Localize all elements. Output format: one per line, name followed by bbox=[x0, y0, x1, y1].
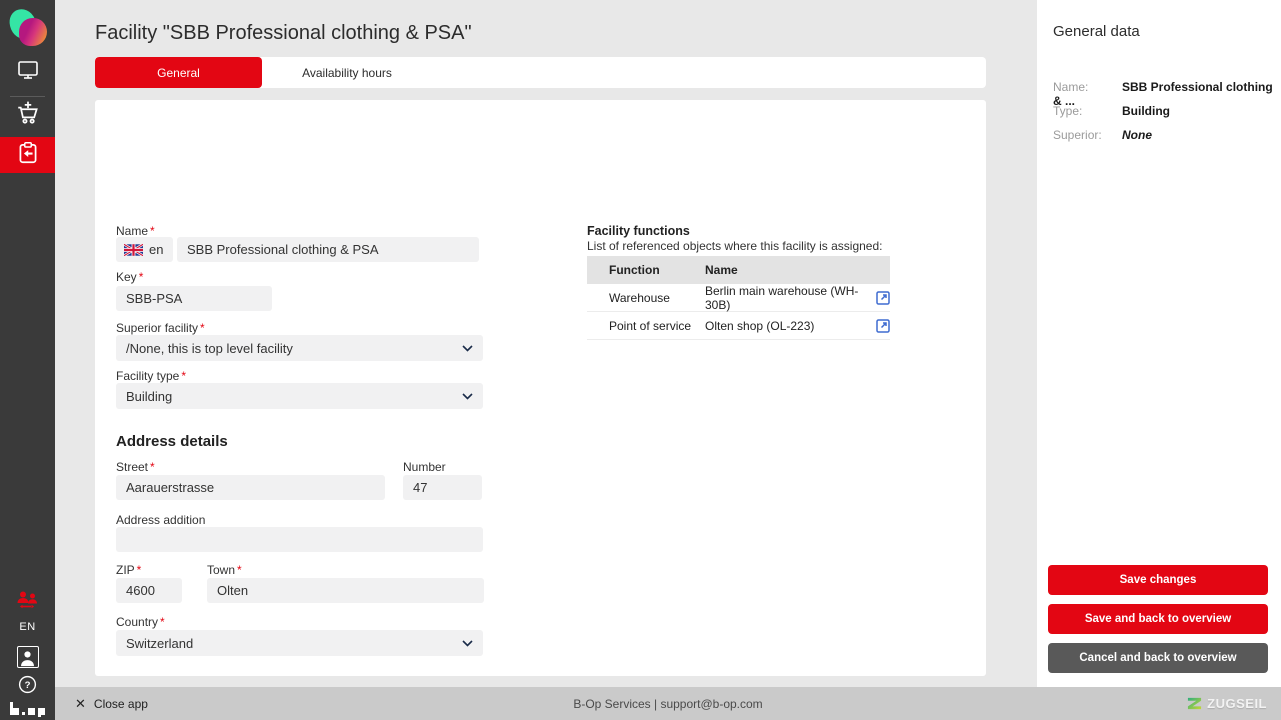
number-input[interactable] bbox=[403, 475, 482, 500]
language-chip[interactable]: en bbox=[116, 237, 173, 262]
close-app-label: Close app bbox=[94, 697, 148, 711]
summary-superior-row: Superior:None bbox=[1053, 128, 1152, 142]
facility-type-label: Facility type* bbox=[116, 369, 186, 383]
column-function: Function bbox=[609, 263, 705, 277]
table-row: Warehouse Berlin main warehouse (WH-30B) bbox=[587, 284, 890, 312]
table-row: Point of service Olten shop (OL-223) bbox=[587, 312, 890, 340]
town-label: Town* bbox=[207, 563, 242, 577]
facility-functions-table: Function Name Warehouse Berlin main ware… bbox=[587, 256, 890, 340]
key-label: Key* bbox=[116, 270, 143, 284]
row-function: Warehouse bbox=[609, 291, 705, 305]
zip-label: ZIP* bbox=[116, 563, 141, 577]
main-area: Facility "SBB Professional clothing & PS… bbox=[55, 0, 1037, 687]
key-input[interactable] bbox=[116, 286, 272, 311]
name-input[interactable] bbox=[177, 237, 479, 262]
save-back-overview-button[interactable]: Save and back to overview bbox=[1048, 604, 1268, 634]
address-details-heading: Address details bbox=[116, 433, 228, 450]
uk-flag-icon bbox=[124, 244, 143, 256]
cart-plus-icon bbox=[15, 100, 41, 131]
zugseil-logo-icon bbox=[1187, 696, 1202, 711]
save-changes-button[interactable]: Save changes bbox=[1048, 565, 1268, 595]
sidebar-item-team[interactable] bbox=[0, 591, 55, 615]
row-name: Berlin main warehouse (WH-30B) bbox=[705, 284, 862, 312]
form-card: Name* en Key* Superior facility bbox=[95, 100, 986, 676]
svg-text:?: ? bbox=[25, 680, 31, 691]
address-addition-label: Address addition bbox=[116, 513, 205, 527]
country-value: Switzerland bbox=[126, 636, 193, 651]
country-select[interactable]: Switzerland bbox=[116, 630, 483, 656]
bop-logo bbox=[0, 699, 55, 719]
open-warehouse-link[interactable] bbox=[862, 291, 890, 305]
sidebar-divider bbox=[10, 96, 45, 97]
app-logo[interactable] bbox=[0, 6, 55, 50]
facility-type-value: Building bbox=[126, 389, 172, 404]
column-name: Name bbox=[705, 263, 862, 277]
street-input[interactable] bbox=[116, 475, 385, 500]
page-title: Facility "SBB Professional clothing & PS… bbox=[95, 22, 472, 45]
summary-type-row: Type:Building bbox=[1053, 104, 1170, 118]
sidebar-item-shop[interactable] bbox=[0, 100, 55, 130]
facility-type-select[interactable]: Building bbox=[116, 383, 483, 409]
row-function: Point of service bbox=[609, 319, 705, 333]
sidebar-language-switch[interactable]: EN bbox=[0, 618, 55, 636]
town-input[interactable] bbox=[207, 578, 484, 603]
footer-bar: B-Op Services | support@b-op.com ✕ Close… bbox=[55, 687, 1281, 720]
sidebar-item-displays[interactable] bbox=[0, 58, 55, 86]
address-addition-input[interactable] bbox=[116, 527, 483, 552]
facility-functions-subtitle: List of referenced objects where this fa… bbox=[587, 239, 882, 253]
zip-input[interactable] bbox=[116, 578, 182, 603]
close-app-button[interactable]: ✕ Close app bbox=[75, 687, 148, 720]
clipboard-back-icon bbox=[15, 140, 41, 171]
name-label: Name* bbox=[116, 224, 155, 238]
close-icon: ✕ bbox=[75, 696, 86, 712]
chevron-down-icon bbox=[462, 640, 473, 647]
tab-availability-hours[interactable]: Availability hours bbox=[262, 57, 432, 88]
user-profile-icon bbox=[17, 646, 39, 668]
superior-facility-label: Superior facility* bbox=[116, 321, 205, 335]
left-sidebar: EN ? bbox=[0, 0, 55, 720]
footer-support-text: B-Op Services | support@b-op.com bbox=[55, 687, 1281, 720]
tab-bar: General Availability hours bbox=[95, 57, 986, 88]
summary-panel: General data Name:SBB Professional cloth… bbox=[1037, 0, 1281, 687]
chevron-down-icon bbox=[462, 393, 473, 400]
superior-facility-select[interactable]: /None, this is top level facility bbox=[116, 335, 483, 361]
superior-facility-value: /None, this is top level facility bbox=[126, 341, 293, 356]
monitor-icon bbox=[16, 58, 40, 87]
help-icon: ? bbox=[17, 674, 38, 700]
language-chip-label: en bbox=[149, 242, 163, 257]
language-label: EN bbox=[19, 621, 35, 633]
zugseil-brand: ZUGSEIL bbox=[1187, 687, 1267, 720]
external-link-icon bbox=[876, 319, 890, 333]
sidebar-item-profile[interactable] bbox=[0, 644, 55, 670]
open-point-of-service-link[interactable] bbox=[862, 319, 890, 333]
row-name: Olten shop (OL-223) bbox=[705, 319, 862, 333]
brand-name: ZUGSEIL bbox=[1207, 696, 1267, 711]
panel-title: General data bbox=[1053, 23, 1140, 40]
sidebar-item-facilities-active[interactable] bbox=[0, 137, 55, 173]
table-header-row: Function Name bbox=[587, 256, 890, 284]
app-root: EN ? bbox=[0, 0, 1281, 720]
logo-icon bbox=[8, 7, 48, 49]
country-label: Country* bbox=[116, 615, 165, 629]
external-link-icon bbox=[876, 291, 890, 305]
sidebar-item-help[interactable]: ? bbox=[0, 675, 55, 699]
facility-functions-title: Facility functions bbox=[587, 224, 690, 238]
chevron-down-icon bbox=[462, 345, 473, 352]
street-label: Street* bbox=[116, 460, 155, 474]
cancel-back-overview-button[interactable]: Cancel and back to overview bbox=[1048, 643, 1268, 673]
number-label: Number bbox=[403, 460, 446, 474]
tab-general[interactable]: General bbox=[95, 57, 262, 88]
users-red-icon bbox=[15, 590, 41, 617]
